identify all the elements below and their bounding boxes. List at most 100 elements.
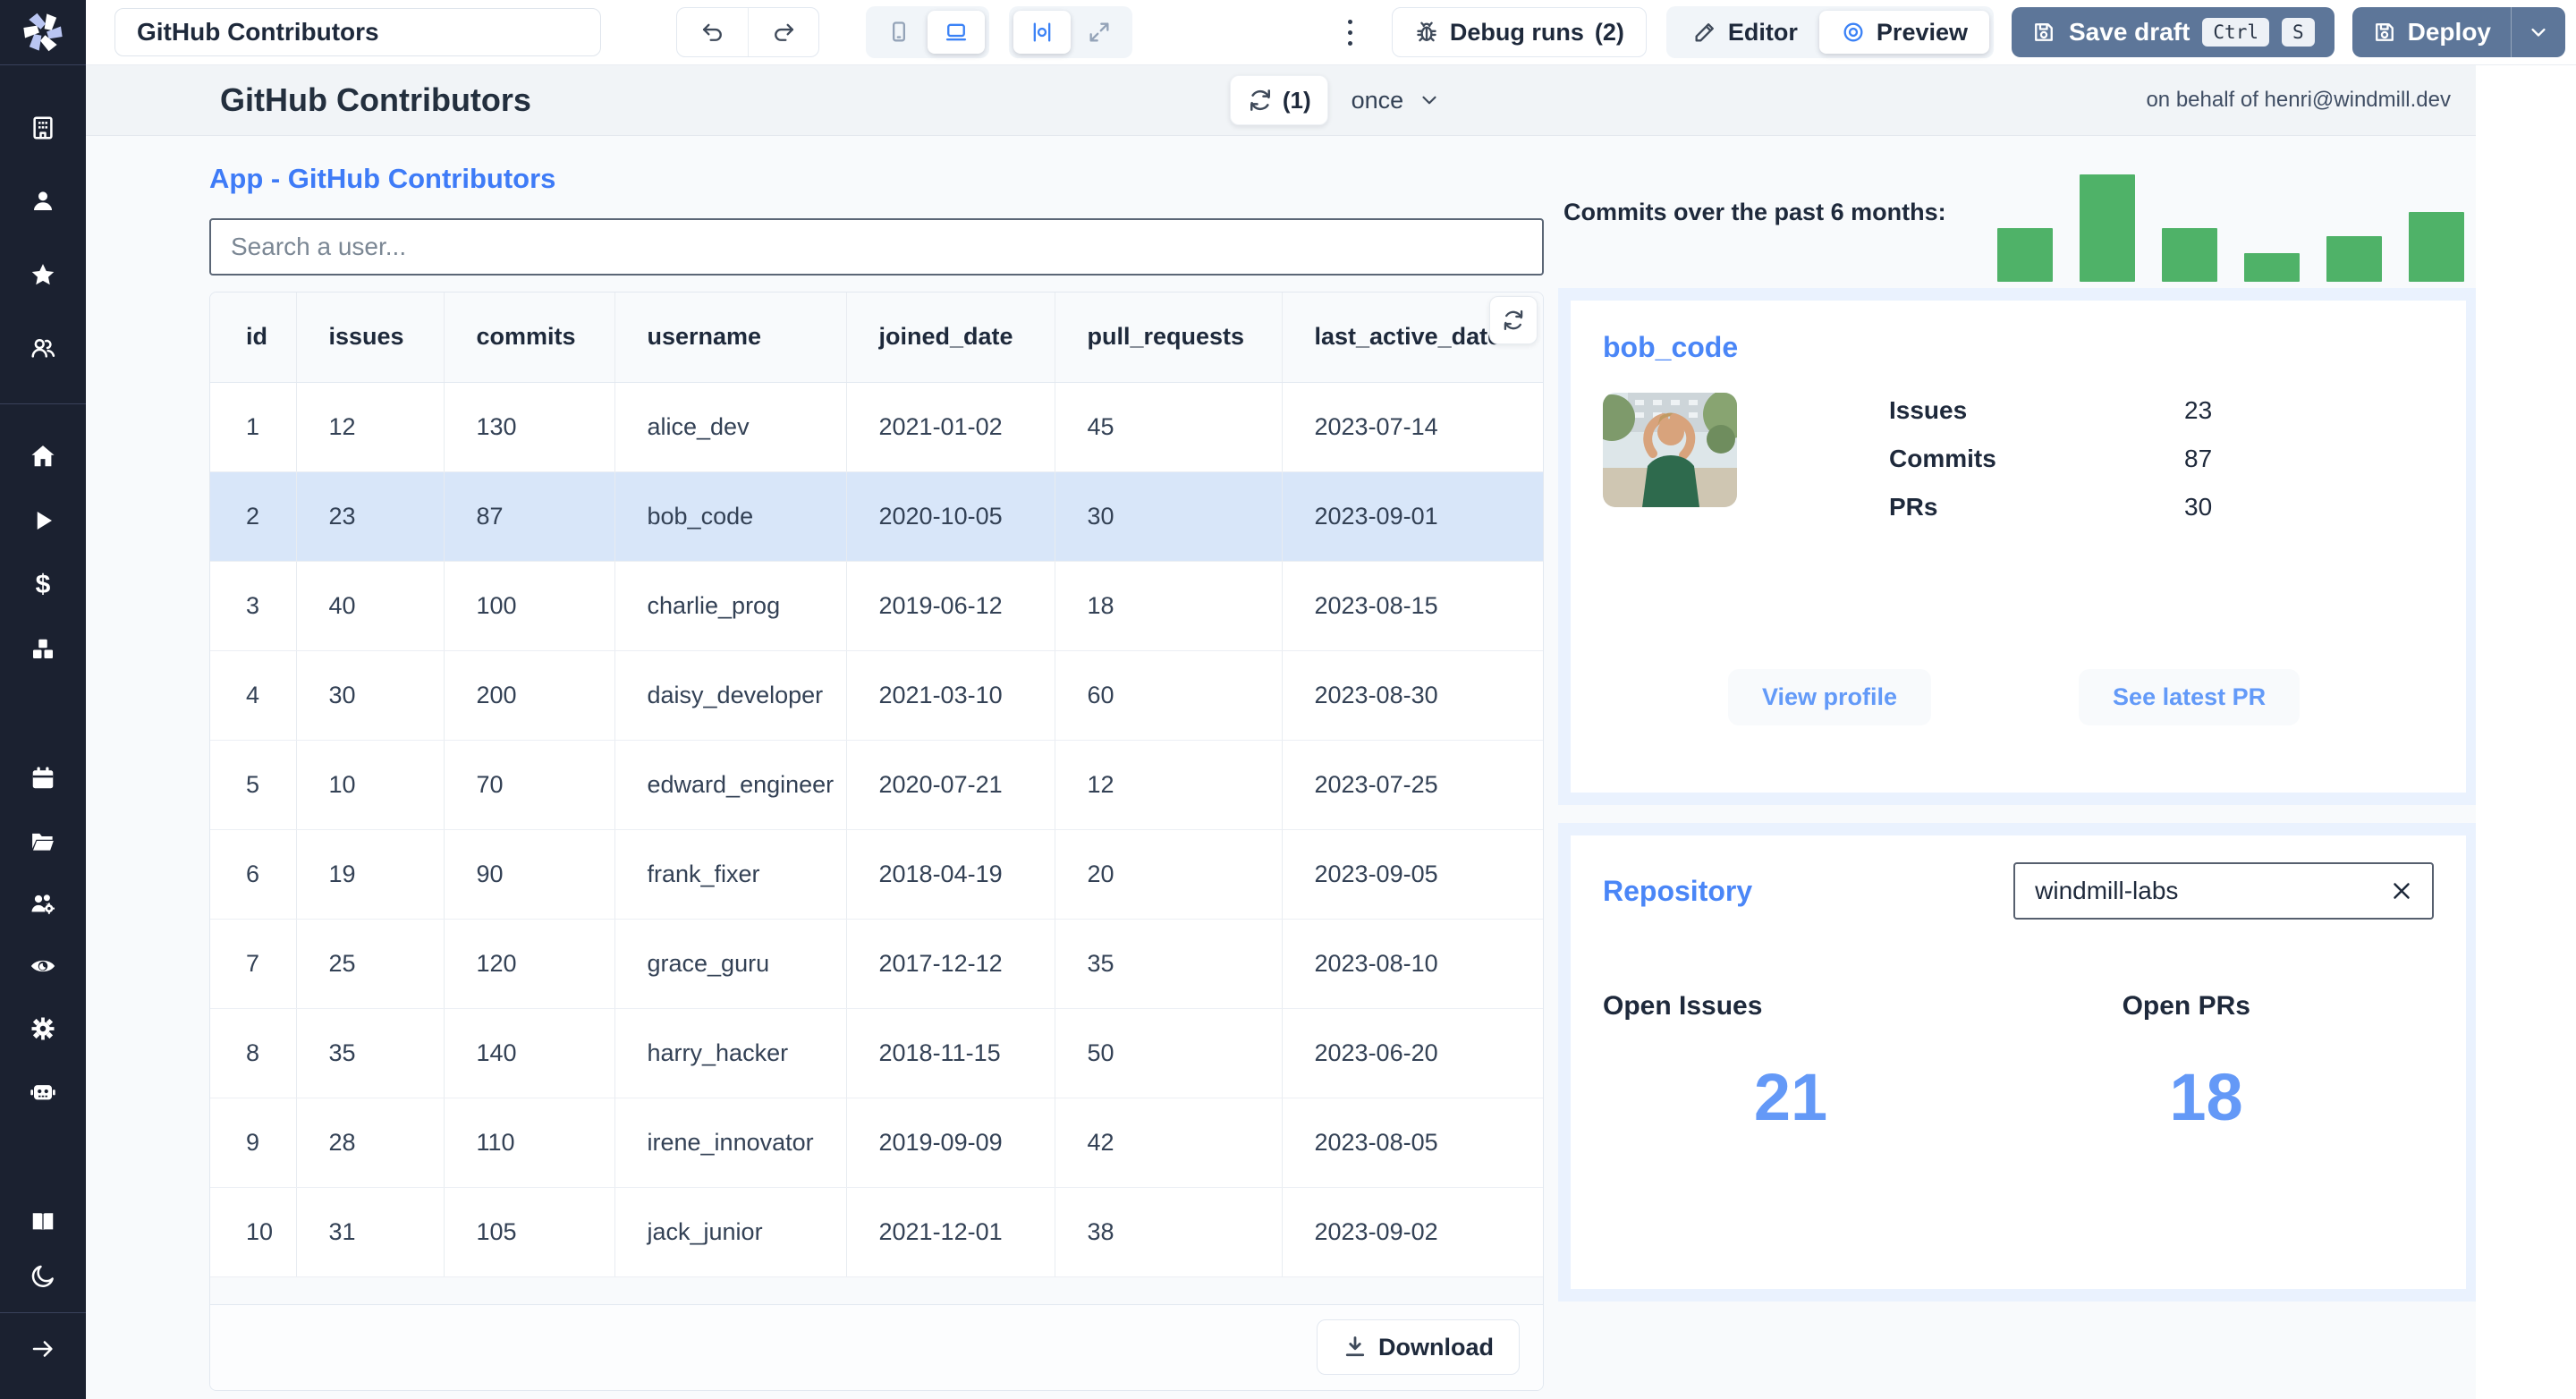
table-row[interactable]: 6 19 90 frank_fixer 2018-04-19 20 2023-09-05 xyxy=(210,829,1543,920)
redo-button[interactable] xyxy=(748,8,818,56)
table-cell: irene_innovator xyxy=(614,1098,847,1188)
table-cell: 35 xyxy=(296,1008,445,1098)
windmill-logo[interactable] xyxy=(0,0,86,65)
view-profile-button[interactable]: View profile xyxy=(1728,669,1932,725)
save-draft-label: Save draft xyxy=(2069,18,2190,46)
see-latest-pr-button[interactable]: See latest PR xyxy=(2079,669,2301,725)
table-row[interactable]: 10 31 105 jack_junior 2021-12-01 38 2023-09-02 xyxy=(210,1187,1543,1277)
preview-target-icon xyxy=(1843,22,1863,42)
column-header[interactable]: username xyxy=(614,293,847,383)
building-icon[interactable] xyxy=(0,108,86,148)
app-refresh-button[interactable]: (1) xyxy=(1229,75,1328,125)
table-row[interactable]: 8 35 140 harry_hacker 2018-11-15 50 2023-06-20 xyxy=(210,1008,1543,1098)
users-gear-icon[interactable] xyxy=(0,884,86,923)
table-cell: 50 xyxy=(1055,1008,1283,1098)
user-icon[interactable] xyxy=(0,182,86,221)
eye-icon[interactable] xyxy=(0,946,86,986)
column-header[interactable]: issues xyxy=(296,293,445,383)
table-cell: charlie_prog xyxy=(614,561,847,651)
table-cell: 30 xyxy=(296,650,445,741)
stat-label: Issues xyxy=(1889,396,1968,424)
more-menu-button[interactable] xyxy=(1339,19,1361,46)
cubes-icon[interactable] xyxy=(0,630,86,669)
stat-label: PRs xyxy=(1889,493,1938,521)
home-icon[interactable] xyxy=(0,437,86,476)
gear-icon[interactable] xyxy=(0,1009,86,1048)
moon-icon[interactable] xyxy=(0,1257,86,1296)
fullscreen-button[interactable] xyxy=(1071,11,1128,54)
table-cell: 87 xyxy=(444,471,615,562)
dollar-icon[interactable]: $ xyxy=(0,565,86,605)
table-row[interactable]: 2 23 87 bob_code 2020-10-05 30 2023-09-01 xyxy=(210,471,1543,562)
app-header: GitHub Contributors (1) once on behalf o… xyxy=(86,65,2476,136)
mobile-view-button[interactable] xyxy=(870,11,928,54)
table-cell: 140 xyxy=(444,1008,615,1098)
table-refresh-button[interactable] xyxy=(1489,296,1538,344)
desktop-view-button[interactable] xyxy=(928,11,985,54)
table-cell: 105 xyxy=(444,1187,615,1277)
table-row[interactable]: 3 40 100 charlie_prog 2019-06-12 18 2023-08-15 xyxy=(210,561,1543,651)
preview-tab[interactable]: Preview xyxy=(1818,11,1989,54)
table-row[interactable]: 7 25 120 grace_guru 2017-12-12 35 2023-08-10 xyxy=(210,919,1543,1009)
save-icon xyxy=(2035,23,2053,41)
commit-bar xyxy=(2409,212,2465,282)
stat-row: Commits 87 xyxy=(1889,445,2212,473)
debug-runs-button[interactable]: Debug runs (2) xyxy=(1391,7,1647,57)
table-row[interactable]: 9 28 110 irene_innovator 2019-09-09 42 2023-08… xyxy=(210,1098,1543,1188)
commit-bar xyxy=(2162,228,2218,282)
search-input[interactable] xyxy=(209,218,1544,276)
table-cell: grace_guru xyxy=(614,919,847,1009)
main-area: Debug runs (2) Editor Preview xyxy=(86,0,2576,1399)
calendar-icon[interactable] xyxy=(0,759,86,798)
table-cell: edward_engineer xyxy=(614,740,847,830)
book-icon[interactable] xyxy=(0,1201,86,1241)
undo-button[interactable] xyxy=(677,8,748,56)
column-header[interactable]: commits xyxy=(444,293,615,383)
table-row[interactable]: 4 30 200 daisy_developer 2021-03-10 60 2023-08… xyxy=(210,650,1543,741)
table-row[interactable]: 1 12 130 alice_dev 2021-01-02 45 2023-07-14 xyxy=(210,382,1543,472)
stat-label: Commits xyxy=(1889,445,1996,472)
table-row[interactable]: 5 10 70 edward_engineer 2020-07-21 12 2023-07-… xyxy=(210,740,1543,830)
close-icon xyxy=(2394,883,2410,899)
table-cell: 2019-06-12 xyxy=(846,561,1055,651)
column-header[interactable]: pull_requests xyxy=(1055,293,1283,383)
editor-tab[interactable]: Editor xyxy=(1671,11,1819,54)
column-header[interactable]: joined_date xyxy=(846,293,1055,383)
table-cell: 2023-07-25 xyxy=(1282,740,1543,830)
debug-runs-label: Debug runs xyxy=(1449,18,1584,46)
download-button[interactable]: Download xyxy=(1317,1319,1520,1375)
folder-icon[interactable] xyxy=(0,821,86,861)
app-title-input[interactable] xyxy=(114,8,601,56)
table-cell: 90 xyxy=(444,829,615,920)
table-cell: 1 xyxy=(210,382,297,472)
clear-input-button[interactable] xyxy=(2385,875,2418,907)
stat-value: 87 xyxy=(2184,445,2213,472)
centered-layout-icon xyxy=(1033,22,1051,42)
download-label: Download xyxy=(1378,1333,1494,1361)
star-icon[interactable] xyxy=(0,255,86,294)
schedule-dropdown[interactable]: once xyxy=(1352,87,1442,114)
centered-layout-button[interactable] xyxy=(1013,11,1071,54)
pencil-icon xyxy=(1695,23,1714,42)
table-cell: 200 xyxy=(444,650,615,741)
table-cell: alice_dev xyxy=(614,382,847,472)
open-issues-value: 21 xyxy=(1753,1060,1828,1134)
column-header[interactable]: id xyxy=(210,293,297,383)
deploy-label: Deploy xyxy=(2407,18,2491,46)
deploy-button[interactable]: Deploy xyxy=(2351,7,2565,57)
kbd-s: S xyxy=(2281,18,2315,47)
user-card-title: bob_code xyxy=(1603,331,1739,363)
table-cell: 38 xyxy=(1055,1187,1283,1277)
top-toolbar: Debug runs (2) Editor Preview xyxy=(86,0,2576,65)
repository-input[interactable] xyxy=(2013,862,2435,920)
save-draft-button[interactable]: Save draft Ctrl S xyxy=(2012,7,2334,57)
play-icon[interactable] xyxy=(0,501,86,540)
arrow-right-icon[interactable] xyxy=(0,1329,86,1369)
table-cell: 12 xyxy=(1055,740,1283,830)
windmill-logo-icon xyxy=(23,13,63,52)
deploy-options-button[interactable] xyxy=(2511,7,2565,57)
users-icon[interactable] xyxy=(0,328,86,368)
stat-value: 30 xyxy=(2184,493,2213,521)
table-cell: 2021-03-10 xyxy=(846,650,1055,741)
robot-icon[interactable] xyxy=(0,1072,86,1111)
